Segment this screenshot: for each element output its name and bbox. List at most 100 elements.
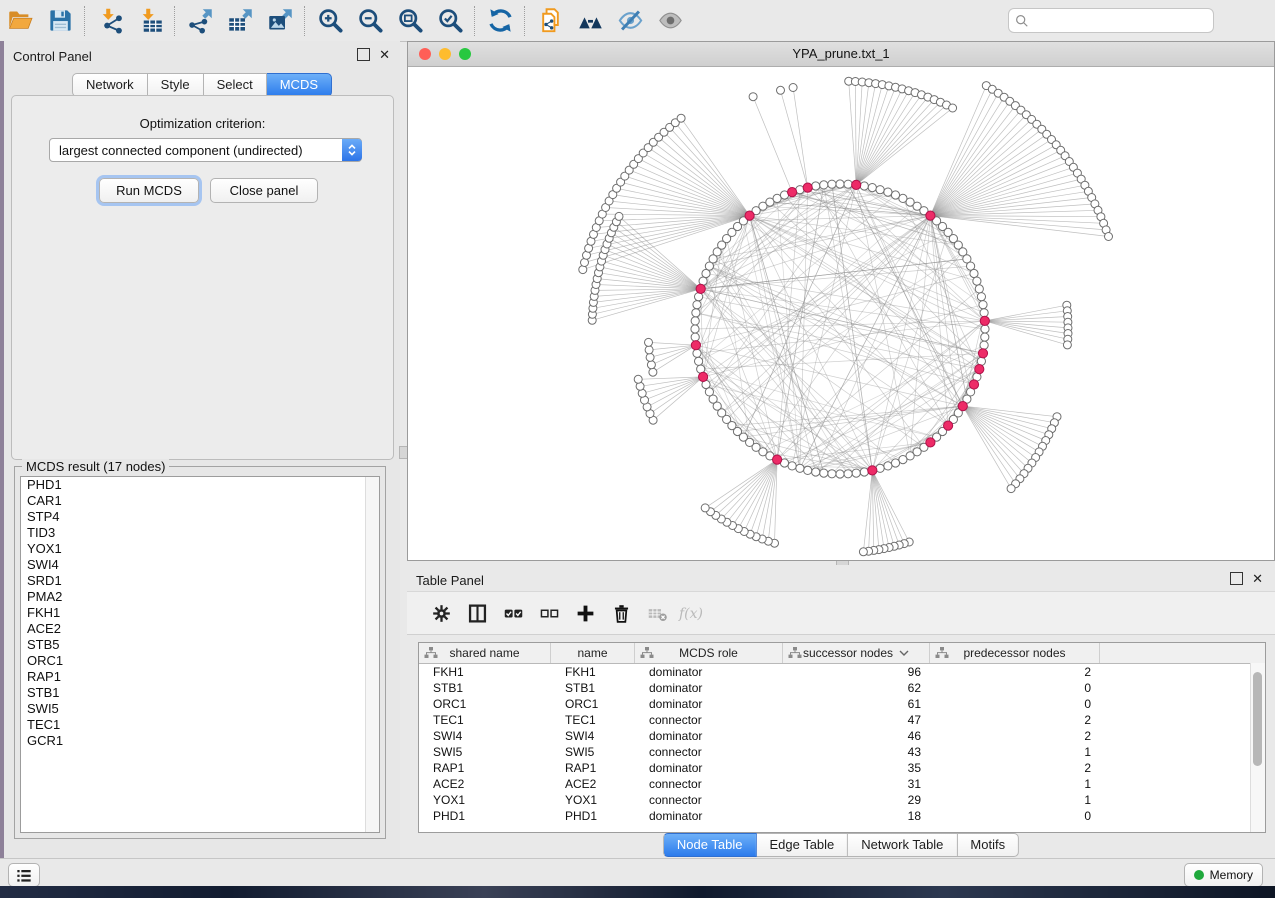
table-cell: 0 (930, 696, 1100, 712)
main-toolbar (0, 0, 1275, 42)
mcds-result-item[interactable]: STP4 (21, 509, 379, 525)
table-cell: dominator (635, 680, 783, 696)
table-scrollbar[interactable] (1250, 663, 1265, 832)
refresh-icon[interactable] (480, 4, 520, 38)
table-row[interactable]: STB1STB1dominator620 (419, 680, 1265, 696)
column-header-predecessor-nodes[interactable]: predecessor nodes (930, 643, 1100, 663)
table-row[interactable]: ACE2ACE2connector311 (419, 776, 1265, 792)
close-panel-icon[interactable]: ✕ (1252, 573, 1263, 584)
hide-selected-icon[interactable] (610, 4, 650, 38)
mcds-result-item[interactable]: CAR1 (21, 493, 379, 509)
tab-mcds[interactable]: MCDS (267, 73, 332, 97)
table-row[interactable]: PHD1PHD1dominator180 (419, 808, 1265, 824)
mcds-result-item[interactable]: SWI4 (21, 557, 379, 573)
mcds-result-item[interactable]: STB1 (21, 685, 379, 701)
table-scrollbar-thumb[interactable] (1253, 672, 1262, 766)
mcds-result-title: MCDS result (17 nodes) (22, 459, 169, 474)
search-input[interactable] (1033, 13, 1207, 29)
new-network-from-selection-icon[interactable] (530, 4, 570, 38)
search-box[interactable] (1008, 8, 1214, 33)
network-view-window: YPA_prune.txt_1 (407, 41, 1275, 561)
mcds-result-item[interactable]: STB5 (21, 637, 379, 653)
table-cell: 46 (783, 728, 930, 744)
mcds-result-item[interactable]: SWI5 (21, 701, 379, 717)
network-window-titlebar[interactable]: YPA_prune.txt_1 (408, 42, 1274, 67)
column-header-name[interactable]: name (551, 643, 635, 663)
table-row[interactable]: TEC1TEC1connector472 (419, 712, 1265, 728)
table-cell: ORC1 (551, 696, 635, 712)
show-all-icon[interactable] (650, 4, 690, 38)
float-panel-icon[interactable] (357, 48, 370, 61)
table-row[interactable]: SWI5SWI5connector431 (419, 744, 1265, 760)
mcds-result-item[interactable]: TEC1 (21, 717, 379, 733)
mcds-result-item[interactable]: TID3 (21, 525, 379, 541)
zoom-selected-icon[interactable] (430, 4, 470, 38)
criterion-dropdown[interactable]: largest connected component (undirected) (49, 138, 362, 162)
export-network-icon[interactable] (180, 4, 220, 38)
delete-column-icon[interactable] (603, 597, 639, 629)
mcds-result-item[interactable]: GCR1 (21, 733, 379, 749)
export-table-icon[interactable] (220, 4, 260, 38)
gear-icon[interactable] (423, 597, 459, 629)
network-window-title: YPA_prune.txt_1 (408, 46, 1274, 61)
export-image-icon[interactable] (260, 4, 300, 38)
zoom-fit-icon[interactable] (390, 4, 430, 38)
function-builder-icon: f(x) (675, 597, 711, 629)
deselect-all-icon[interactable] (531, 597, 567, 629)
control-panel-tabs: NetworkStyleSelectMCDS (72, 73, 332, 97)
tab-node-table[interactable]: Node Table (663, 833, 757, 857)
column-header-MCDS-role[interactable]: MCDS role (635, 643, 783, 663)
column-type-icon (640, 647, 654, 659)
mcds-tab-content: Optimization criterion: largest connecte… (11, 95, 394, 460)
mcds-list-scrollbar[interactable] (365, 477, 379, 832)
mcds-result-list[interactable]: PHD1CAR1STP4TID3YOX1SWI4SRD1PMA2FKH1ACE2… (20, 476, 380, 833)
table-row[interactable]: SWI4SWI4dominator462 (419, 728, 1265, 744)
import-table-icon[interactable] (130, 4, 170, 38)
zoom-in-icon[interactable] (310, 4, 350, 38)
tab-edge-table[interactable]: Edge Table (756, 833, 848, 857)
first-neighbors-icon[interactable] (570, 4, 610, 38)
table-row[interactable]: FKH1FKH1dominator962 (419, 664, 1265, 680)
mcds-result-item[interactable]: PMA2 (21, 589, 379, 605)
mcds-result-item[interactable]: ORC1 (21, 653, 379, 669)
column-label: predecessor nodes (963, 646, 1065, 660)
sort-descending-icon (899, 650, 909, 656)
save-session-icon[interactable] (40, 4, 80, 38)
zoom-out-icon[interactable] (350, 4, 390, 38)
columns-icon[interactable] (459, 597, 495, 629)
table-cell: SWI4 (551, 728, 635, 744)
tab-motifs[interactable]: Motifs (957, 833, 1019, 857)
table-cell: 2 (930, 760, 1100, 776)
tab-network[interactable]: Network (72, 73, 148, 97)
table-cell: YOX1 (551, 792, 635, 808)
run-mcds-button[interactable]: Run MCDS (99, 178, 199, 203)
table-row[interactable]: ORC1ORC1dominator610 (419, 696, 1265, 712)
toolbar-separator (524, 6, 526, 36)
column-header-successor-nodes[interactable]: successor nodes (783, 643, 930, 663)
mcds-result-item[interactable]: FKH1 (21, 605, 379, 621)
tab-network-table[interactable]: Network Table (848, 833, 957, 857)
close-panel-button[interactable]: Close panel (210, 178, 318, 203)
mcds-result-item[interactable]: PHD1 (21, 477, 379, 493)
tab-select[interactable]: Select (204, 73, 267, 97)
toolbar-separator (304, 6, 306, 36)
add-column-icon[interactable] (567, 597, 603, 629)
open-file-icon[interactable] (0, 4, 40, 38)
mcds-result-item[interactable]: ACE2 (21, 621, 379, 637)
memory-button[interactable]: Memory (1184, 863, 1263, 887)
mcds-result-item[interactable]: SRD1 (21, 573, 379, 589)
table-row[interactable]: YOX1YOX1connector291 (419, 792, 1265, 808)
table-cell: SWI5 (551, 744, 635, 760)
close-panel-icon[interactable]: ✕ (379, 49, 390, 60)
select-all-icon[interactable] (495, 597, 531, 629)
table-row[interactable]: RAP1RAP1dominator352 (419, 760, 1265, 776)
mcds-result-item[interactable]: RAP1 (21, 669, 379, 685)
mcds-result-item[interactable]: YOX1 (21, 541, 379, 557)
column-header-shared-name[interactable]: shared name (419, 643, 551, 663)
float-panel-icon[interactable] (1230, 572, 1243, 585)
network-canvas[interactable] (408, 67, 1274, 560)
network-graph[interactable] (408, 67, 1274, 560)
import-network-icon[interactable] (90, 4, 130, 38)
task-history-button[interactable] (8, 863, 40, 887)
tab-style[interactable]: Style (148, 73, 204, 97)
